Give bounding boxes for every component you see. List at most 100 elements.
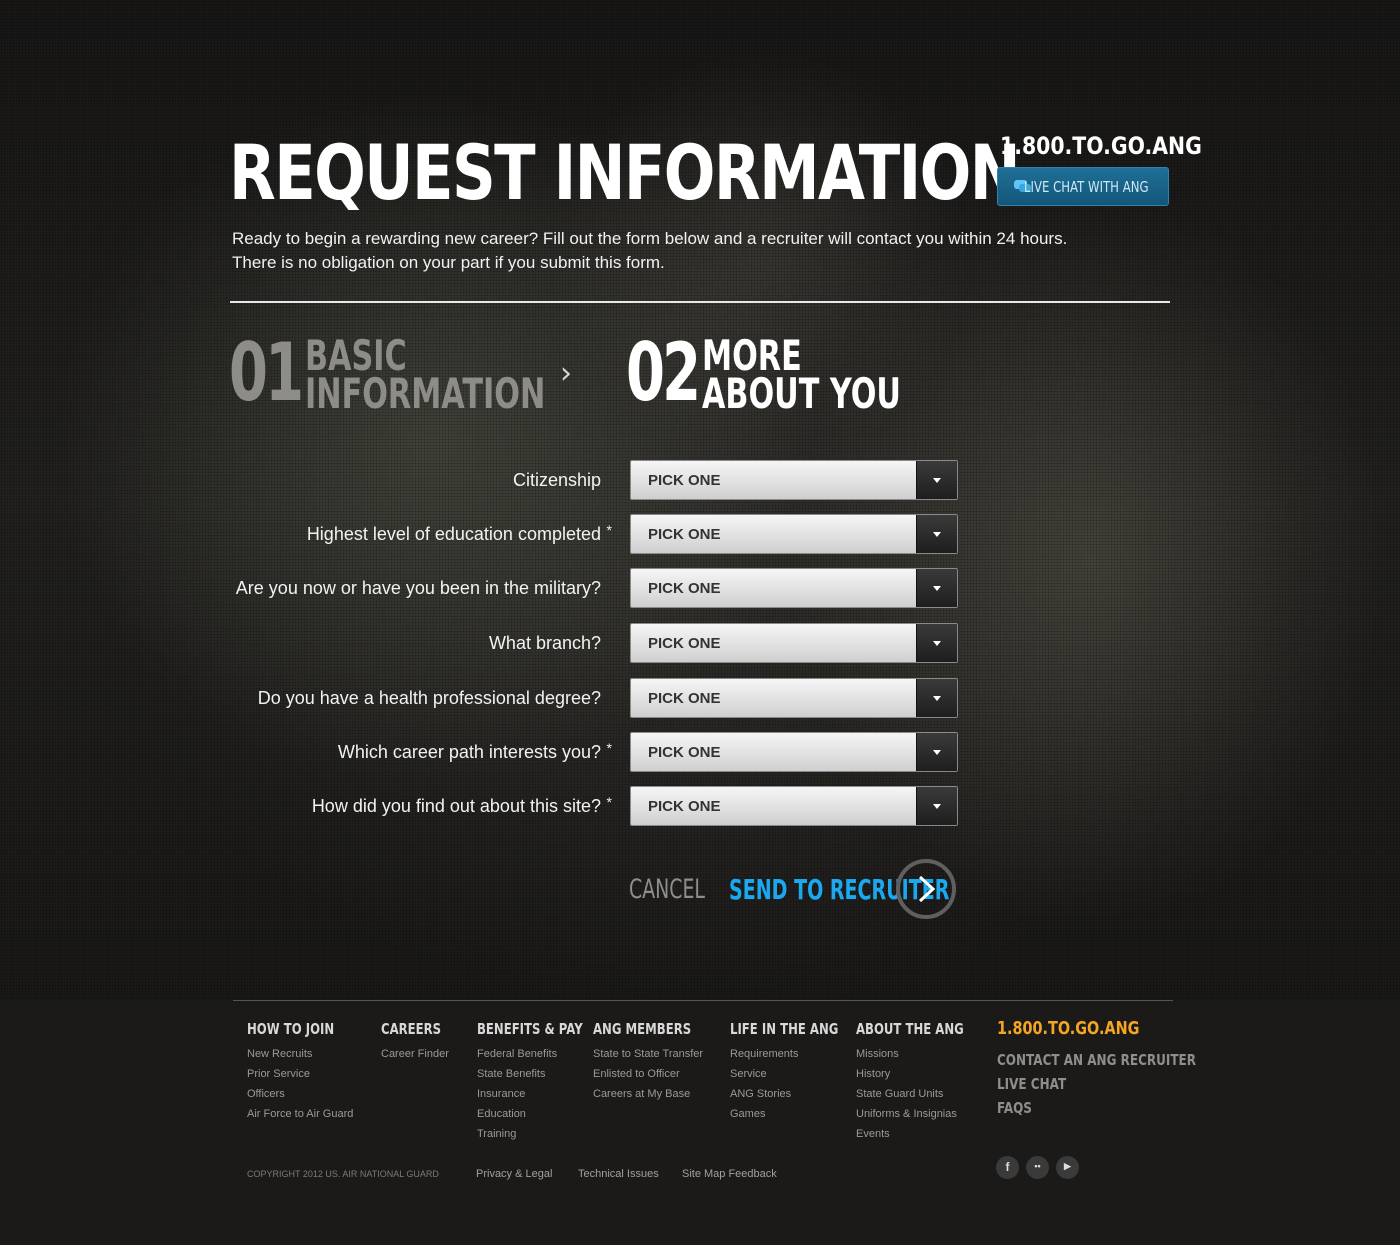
required-marker: * <box>606 522 612 538</box>
footer-link[interactable]: Events <box>856 1124 994 1144</box>
question-text: How did you find out about this site? <box>311 796 601 816</box>
question-text: Are you now or have you been in the mili… <box>235 578 601 598</box>
chevron-down-icon[interactable] <box>916 461 957 499</box>
live-chat-link[interactable]: LIVE CHAT <box>997 1075 1196 1099</box>
facebook-icon[interactable]: f <box>996 1156 1019 1179</box>
footer-link[interactable]: Enlisted to Officer <box>593 1064 719 1084</box>
privacy-legal-link[interactable]: Privacy & Legal <box>476 1168 552 1180</box>
chevron-down-icon[interactable] <box>916 679 957 717</box>
form-row-military: Are you now or have you been in the mili… <box>0 568 1400 608</box>
copyright: COPYRIGHT 2012 US. AIR NATIONAL GUARD <box>247 1169 439 1179</box>
flickr-icon[interactable]: •• <box>1026 1156 1049 1179</box>
footer-link[interactable]: History <box>856 1064 994 1084</box>
question-text: Citizenship <box>512 470 601 490</box>
faqs-link[interactable]: FAQS <box>997 1099 1196 1123</box>
footer-column-about-the-ang: ABOUT THE ANG Missions History State Gua… <box>856 1020 994 1144</box>
footer-heading[interactable]: ABOUT THE ANG <box>856 1020 964 1038</box>
intro-line: Ready to begin a rewarding new career? F… <box>232 229 1068 248</box>
citizenship-select[interactable]: PICK ONE <box>630 460 958 500</box>
select-value: PICK ONE <box>648 690 721 707</box>
education-select[interactable]: PICK ONE <box>630 514 958 554</box>
facebook-glyph: f <box>1005 1160 1010 1174</box>
footer-column-life-in-the-ang: LIFE IN THE ANG Requirements Service ANG… <box>730 1020 869 1124</box>
question-label: Highest level of education completed * <box>307 522 612 545</box>
question-text: Do you have a health professional degree… <box>257 688 601 708</box>
flickr-glyph: •• <box>1034 1161 1041 1171</box>
intro-line: There is no obligation on your part if y… <box>232 253 665 272</box>
chevron-down-icon[interactable] <box>916 515 957 553</box>
footer-heading[interactable]: ANG MEMBERS <box>593 1020 691 1038</box>
footer-link[interactable]: ANG Stories <box>730 1084 869 1104</box>
select-value: PICK ONE <box>648 472 721 489</box>
select-value: PICK ONE <box>648 744 721 761</box>
footer-divider <box>233 1000 1173 1001</box>
contact-recruiter-link[interactable]: CONTACT AN ANG RECRUITER <box>997 1051 1196 1075</box>
step-title: MORE ABOUT YOU <box>702 333 901 415</box>
technical-issues-link[interactable]: Technical Issues <box>578 1168 659 1180</box>
chevron-right-icon: › <box>560 356 572 391</box>
chevron-down-icon[interactable] <box>916 569 957 607</box>
form-row-career-path: Which career path interests you? * PICK O… <box>0 732 1400 772</box>
footer-link[interactable]: Service <box>730 1064 869 1084</box>
footer-phone: 1.800.TO.GO.ANG <box>997 1018 1140 1039</box>
footer-link[interactable]: Uniforms & Insignias <box>856 1104 994 1124</box>
footer-link[interactable]: Missions <box>856 1044 994 1064</box>
footer-link[interactable]: Prior Service <box>247 1064 359 1084</box>
form-row-education: Highest level of education completed * PI… <box>0 514 1400 554</box>
question-label: Citizenship <box>513 470 601 491</box>
referral-select[interactable]: PICK ONE <box>630 786 958 826</box>
footer-link[interactable]: Careers at My Base <box>593 1084 719 1104</box>
footer-link[interactable]: State to State Transfer <box>593 1044 719 1064</box>
footer-heading[interactable]: LIFE IN THE ANG <box>730 1020 838 1038</box>
live-chat-label: LIVE CHAT WITH ANG <box>1024 177 1149 196</box>
footer-contact: 1.800.TO.GO.ANG CONTACT AN ANG RECRUITER… <box>997 1018 1246 1123</box>
footer-link[interactable]: Training <box>477 1124 613 1144</box>
question-text: Which career path interests you? <box>337 742 601 762</box>
footer-heading[interactable]: CAREERS <box>381 1020 441 1038</box>
footer-link[interactable]: New Recruits <box>247 1044 359 1064</box>
chevron-down-icon[interactable] <box>916 733 957 771</box>
step-title-line: INFORMATION <box>305 369 546 418</box>
send-arrow-button[interactable] <box>896 859 956 919</box>
question-label: How did you find out about this site? * <box>311 794 612 817</box>
footer-link[interactable]: Career Finder <box>381 1044 458 1064</box>
branch-select[interactable]: PICK ONE <box>630 623 958 663</box>
footer-column-how-to-join: HOW TO JOIN New Recruits Prior Service O… <box>247 1020 359 1124</box>
youtube-icon[interactable]: ▶ <box>1056 1156 1079 1179</box>
page: REQUEST INFORMATION 1.800.TO.GO.ANG LIVE… <box>0 0 1400 1245</box>
youtube-glyph: ▶ <box>1064 1161 1071 1171</box>
footer-heading[interactable]: BENEFITS & PAY <box>477 1020 583 1038</box>
question-label: Are you now or have you been in the mili… <box>236 578 601 599</box>
site-map-feedback-link[interactable]: Site Map Feedback <box>682 1168 777 1180</box>
footer-link[interactable]: State Guard Units <box>856 1084 994 1104</box>
footer-link[interactable]: Air Force to Air Guard <box>247 1104 359 1124</box>
chevron-down-icon[interactable] <box>916 787 957 825</box>
question-label: Which career path interests you? * <box>337 740 612 763</box>
footer-link[interactable]: Education <box>477 1104 613 1124</box>
career-path-select[interactable]: PICK ONE <box>630 732 958 772</box>
page-title: REQUEST INFORMATION <box>229 128 1021 217</box>
chevron-down-icon[interactable] <box>916 624 957 662</box>
live-chat-button[interactable]: LIVE CHAT WITH ANG <box>997 167 1169 206</box>
footer-column-careers: CAREERS Career Finder <box>381 1020 458 1064</box>
form-row-citizenship: Citizenship PICK ONE <box>0 460 1400 500</box>
required-marker: * <box>606 740 612 756</box>
footer-link[interactable]: Requirements <box>730 1044 869 1064</box>
question-text: What branch? <box>488 633 601 653</box>
form-row-branch: What branch? PICK ONE <box>0 623 1400 663</box>
intro-text: Ready to begin a rewarding new career? F… <box>232 227 1132 275</box>
military-select[interactable]: PICK ONE <box>630 568 958 608</box>
footer-column-ang-members: ANG MEMBERS State to State Transfer Enli… <box>593 1020 719 1104</box>
question-label: Do you have a health professional degree… <box>258 688 601 709</box>
chevron-right-icon <box>918 875 936 903</box>
step-more-about-you: 02 MORE ABOUT YOU <box>626 326 978 419</box>
footer-heading[interactable]: HOW TO JOIN <box>247 1020 334 1038</box>
health-degree-select[interactable]: PICK ONE <box>630 678 958 718</box>
question-label: What branch? <box>489 633 601 654</box>
cancel-button[interactable]: CANCEL <box>629 874 705 905</box>
step-number: 02 <box>626 326 701 419</box>
select-value: PICK ONE <box>648 635 721 652</box>
footer-link[interactable]: Officers <box>247 1084 359 1104</box>
select-value: PICK ONE <box>648 526 721 543</box>
footer-link[interactable]: Games <box>730 1104 869 1124</box>
